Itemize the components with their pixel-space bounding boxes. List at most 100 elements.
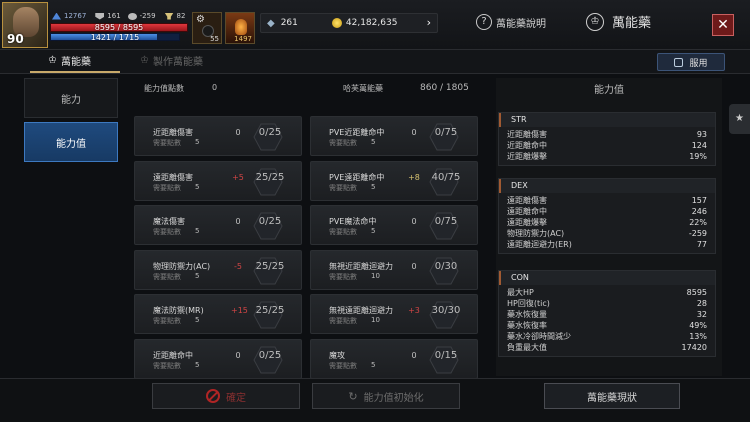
stat-card-require-label: 需要點數	[329, 361, 357, 370]
stat-card-require-label: 需要點數	[153, 317, 181, 325]
stat-card[interactable]: 魔法傷害 需要點數 5 0 0/25	[134, 205, 302, 245]
stat-card[interactable]: 物理防禦力(AC) 需要點數 5 -5 25/25	[134, 249, 302, 290]
bag-icon	[674, 57, 684, 67]
stat-card-progress: 30/30	[431, 305, 461, 316]
stats-section: CON 最大HP 8595 HP回復(tic) 28 藥水恢復量 32 藥水恢復率 49% 藥水冷…	[498, 270, 716, 357]
stats-row-value: 124	[691, 141, 707, 150]
side-drawer-handle[interactable]: ★	[729, 104, 750, 134]
stats-row-label: 物理防禦力(AC)	[507, 229, 565, 238]
stats-row-label: 遠距離爆擊	[507, 218, 547, 227]
stat-card[interactable]: 近距離傷害 需要點數 5 0 0/25	[134, 116, 302, 156]
stats-row: 最大HP 8595	[499, 287, 715, 298]
stat-card-require-label: 需要點數	[153, 361, 181, 370]
tab-craft-elixir[interactable]: ♔ 製作萬能藥	[140, 53, 203, 68]
prohibited-icon	[206, 389, 220, 403]
crown-icon: ♔	[140, 55, 149, 66]
stat-card-bonus: +15	[231, 306, 248, 315]
stats-row-label: 遠距離傷害	[507, 196, 547, 205]
confirm-button[interactable]: 確定	[152, 383, 300, 409]
stats-row-value: 93	[696, 130, 707, 139]
tab-strip: ♔ 萬能藥 ♔ 製作萬能藥 服用	[0, 50, 750, 74]
stat-card-require-value: 5	[371, 138, 376, 146]
stats-row-value: -259	[688, 229, 707, 238]
stats-row-label: 近距離命中	[507, 141, 547, 150]
trophy-icon	[164, 12, 174, 20]
stats-row-value: 8595	[686, 288, 707, 297]
elixir-count-label: 哈芙萬能藥	[343, 84, 383, 93]
quick-slot-1[interactable]: ⚙ 55	[192, 12, 222, 44]
gold-count: 42,182,635	[345, 18, 398, 28]
elixir-status-button[interactable]: 萬能藥現狀	[544, 383, 680, 409]
status-label: 萬能藥現狀	[587, 392, 637, 404]
stat-card-require-value: 5	[195, 227, 200, 235]
stat-card-name: 魔攻	[329, 350, 345, 360]
stats-row-value: 157	[691, 196, 707, 205]
use-label: 服用	[689, 58, 708, 69]
stat-card[interactable]: 近距離命中 需要點數 5 0 0/25	[134, 338, 302, 379]
chevron-right-icon[interactable]: ›	[427, 16, 431, 29]
stat-card-bonus: 0	[411, 128, 417, 137]
stat-card[interactable]: PVE魔法命中 需要點數 5 0 0/75	[310, 205, 478, 245]
stat-card-bonus: +8	[408, 172, 420, 182]
gold-coin-icon	[331, 18, 342, 28]
stat-card[interactable]: PVE遠距離命中 需要點數 5 +8 40/75	[310, 160, 478, 201]
stats-row-value: 77	[696, 240, 707, 249]
tab-craft-label: 製作萬能藥	[152, 57, 203, 68]
stats-section-header: CON	[499, 271, 715, 285]
stat-defense: 161	[107, 12, 121, 20]
stat-card-require-value: 5	[195, 182, 200, 191]
stat-ac: -259	[139, 12, 156, 20]
stats-row-label: 遠距離命中	[507, 207, 547, 216]
character-portrait[interactable]: 90	[2, 2, 48, 48]
elixir-emblem-icon: ♔	[586, 12, 604, 31]
reset-stats-button[interactable]: ↻ 能力值初始化	[312, 383, 460, 409]
quick-slot-2[interactable]: 1497	[225, 12, 255, 44]
stat-card[interactable]: 魔攻 需要點數 5 0 0/15	[310, 338, 478, 379]
hp-bar: 8595 / 8595	[50, 23, 188, 32]
star-icon: ★	[735, 113, 744, 124]
help-button[interactable]: ? 萬能藥說明	[476, 14, 546, 30]
points-value: 0	[212, 83, 218, 92]
stat-card[interactable]: 遠距離傷害 需要點數 5 +5 25/25	[134, 160, 302, 201]
stats-row: 藥水恢復量 32	[499, 309, 715, 320]
stat-card[interactable]: PVE近距離命中 需要點數 5 0 0/75	[310, 116, 478, 156]
top-hud: 90 12767 161 -259 82 8595 / 8595 1421 / …	[0, 0, 750, 50]
nav-ability-value[interactable]: 能力值	[24, 122, 118, 162]
stats-row: 近距離爆擊 19%	[499, 151, 715, 162]
stat-card-require-label: 需要點數	[329, 228, 357, 236]
stats-row-label: 遠距離迴避力(ER)	[507, 240, 572, 249]
stat-card[interactable]: 無視遠距離迴避力 需要點數 10 +3 30/30	[310, 294, 478, 334]
center-panel: 能力值點數 0 哈芙萬能藥 860 / 1805 近距離傷害 需要點數 5 0 0/25…	[128, 78, 486, 379]
nav-ability[interactable]: 能力	[24, 78, 118, 118]
stats-row: 遠距離爆擊 22%	[499, 217, 715, 228]
mp-bar: 1421 / 1715	[50, 33, 180, 42]
shield-stat-icon	[95, 12, 105, 20]
stats-row: 物理防禦力(AC) -259	[499, 228, 715, 239]
stats-row-value: 17420	[681, 343, 707, 352]
stat-card-bonus: 0	[411, 350, 417, 360]
tab-elixir[interactable]: ♔ 萬能藥	[48, 53, 91, 68]
stat-card-name: 無視遠距離迴避力	[329, 306, 393, 315]
confirm-label: 確定	[226, 392, 246, 404]
close-icon: ✕	[717, 17, 729, 33]
use-button[interactable]: 服用	[657, 53, 725, 71]
stats-row-label: HP回復(tic)	[507, 299, 550, 308]
stat-card-require-label: 需要點數	[329, 272, 357, 281]
stat-card[interactable]: 魔法防禦(MR) 需要點數 5 +15 25/25	[134, 294, 302, 334]
close-button[interactable]: ✕	[712, 14, 734, 36]
stats-row-value: 32	[696, 310, 707, 319]
stat-card[interactable]: 無視近距離迴避力 需要點數 10 0 0/30	[310, 249, 478, 290]
crystal-icon: ◆	[267, 17, 275, 29]
stat-card-progress: 25/25	[255, 260, 285, 272]
stat-card-require-value: 5	[195, 271, 200, 280]
points-label: 能力值點數	[144, 84, 184, 93]
window-title: ♔ 萬能藥	[586, 12, 651, 31]
stats-row-value: 19%	[689, 152, 707, 161]
refresh-icon: ↻	[348, 389, 358, 403]
quick-slot-2-count: 1497	[234, 35, 252, 43]
stats-row-value: 49%	[689, 321, 707, 330]
stats-row: 藥水冷卻時間減少 13%	[499, 331, 715, 342]
stat-card-name: 魔法傷害	[153, 217, 185, 226]
stat-card-require-label: 需要點數	[153, 228, 181, 236]
stat-card-name: 物理防禦力(AC)	[153, 261, 211, 271]
